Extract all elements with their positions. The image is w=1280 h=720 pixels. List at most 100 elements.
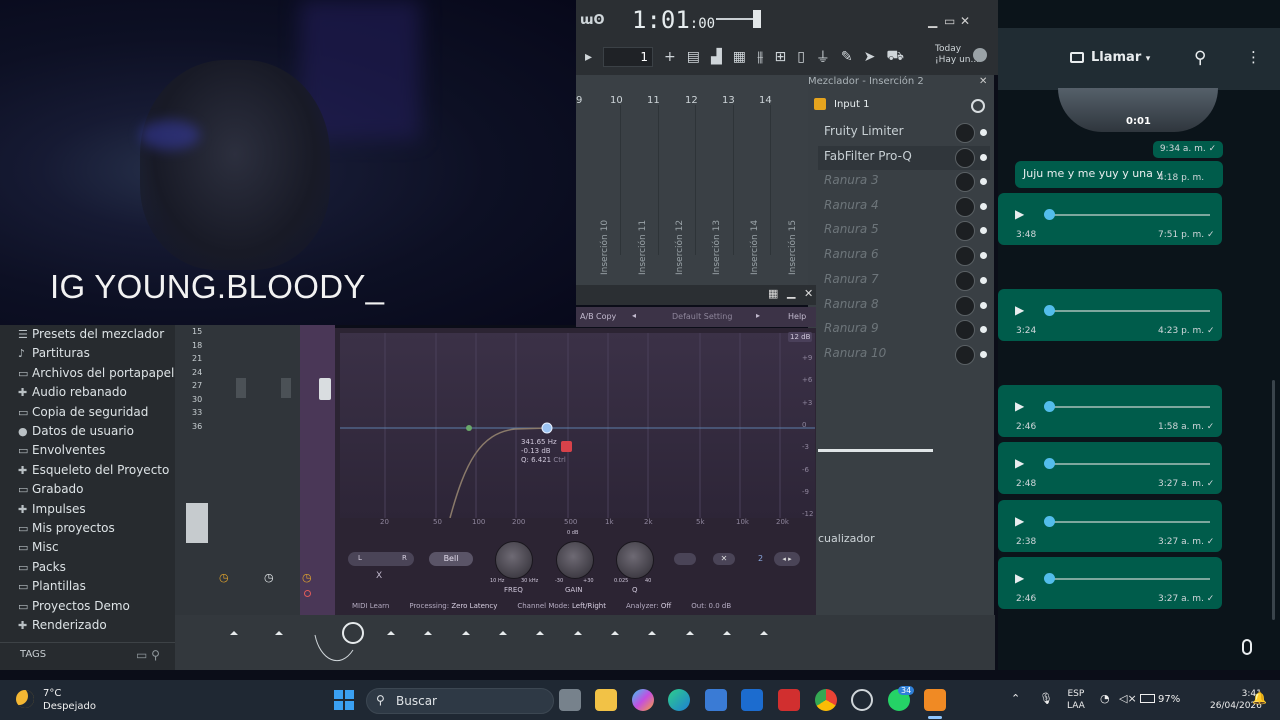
slot-mix-knob[interactable] bbox=[955, 296, 975, 316]
arrow-icon[interactable]: ➤ bbox=[864, 49, 876, 65]
audio-progress-track[interactable] bbox=[1047, 406, 1210, 408]
weather-temp[interactable]: 7°C bbox=[43, 688, 61, 699]
voice-message[interactable]: ▶ 3:24 4:23 p. m. ✓ bbox=[998, 289, 1222, 341]
insert-slot[interactable]: Ranura 7 bbox=[818, 269, 990, 293]
insert-input[interactable]: Input 1 bbox=[834, 99, 869, 110]
browser-item[interactable]: ▭ Plantillas bbox=[18, 579, 86, 593]
pattern-selector[interactable]: 1 bbox=[603, 47, 654, 67]
call-button[interactable]: Llamar ▾ bbox=[1091, 50, 1150, 65]
notification-bell-icon[interactable]: 🔔 bbox=[1252, 691, 1267, 705]
browser-item[interactable]: ▭ Archivos del portapapeles bbox=[18, 366, 188, 380]
file-explorer-icon[interactable] bbox=[595, 689, 617, 711]
midi-learn-button[interactable]: MIDI Learn bbox=[352, 602, 389, 610]
audio-progress-thumb[interactable] bbox=[1044, 209, 1055, 220]
cart-icon[interactable]: ⛟ bbox=[886, 48, 904, 66]
browser-item[interactable]: ✚ Esqueleto del Proyecto bbox=[18, 463, 169, 477]
play-icon[interactable]: ▶ bbox=[1015, 207, 1024, 221]
play-icon[interactable]: ▶ bbox=[1015, 399, 1024, 413]
audio-progress-thumb[interactable] bbox=[1044, 573, 1055, 584]
link-icon[interactable]: ◷ bbox=[302, 571, 312, 584]
slot-mix-knob[interactable] bbox=[955, 197, 975, 217]
browser-item[interactable]: ● Datos de usuario bbox=[18, 424, 134, 438]
wifi-icon[interactable]: ◔ bbox=[1100, 692, 1110, 705]
volume-muted-icon[interactable]: ◁× bbox=[1119, 692, 1137, 705]
routing-knob[interactable] bbox=[342, 622, 364, 644]
voice-message[interactable]: ▶ 2:38 3:27 a. m. ✓ bbox=[998, 500, 1222, 552]
browser-icon[interactable]: ▯ bbox=[797, 49, 805, 65]
audio-progress-track[interactable] bbox=[1047, 521, 1210, 523]
eq-band-node-1[interactable] bbox=[466, 425, 472, 431]
slot-mix-knob[interactable] bbox=[955, 123, 975, 143]
browser-item[interactable]: ▭ Proyectos Demo bbox=[18, 599, 130, 613]
folder-icon[interactable]: ▭ bbox=[136, 648, 147, 662]
shape-selector[interactable]: Bell bbox=[429, 552, 473, 566]
copy-button[interactable]: Copy bbox=[596, 312, 616, 321]
master-volume-handle[interactable] bbox=[753, 10, 761, 28]
browser-item[interactable]: ♪ Partituras bbox=[18, 346, 90, 360]
browser-item[interactable]: ▭ Misc bbox=[18, 540, 59, 554]
store-icon[interactable] bbox=[705, 689, 727, 711]
voice-message[interactable]: ▶ 2:46 1:58 a. m. ✓ bbox=[998, 385, 1222, 437]
insert-slot[interactable]: Ranura 4 bbox=[818, 195, 990, 219]
eq-display[interactable] bbox=[340, 333, 815, 518]
browser-item[interactable]: ✚ Audio rebanado bbox=[18, 385, 127, 399]
eq-band-node-2[interactable] bbox=[541, 422, 553, 434]
mixer-strip-label[interactable]: Inserción 11 bbox=[638, 220, 648, 275]
gain-knob[interactable] bbox=[556, 541, 594, 579]
play-icon[interactable]: ▶ bbox=[1015, 303, 1024, 317]
clock-icon[interactable] bbox=[971, 99, 985, 113]
link-icon[interactable]: ◷ bbox=[219, 571, 229, 584]
browser-item[interactable]: ▭ Envolventes bbox=[18, 443, 105, 457]
fader-handle[interactable] bbox=[281, 378, 291, 398]
playlist-icon[interactable]: ▤ bbox=[687, 49, 700, 65]
voice-message[interactable]: ▶ 2:48 3:27 a. m. ✓ bbox=[998, 442, 1222, 494]
link-icon[interactable]: ◷ bbox=[264, 571, 274, 584]
slot-mix-knob[interactable] bbox=[955, 172, 975, 192]
insert-slot[interactable]: Ranura 3 bbox=[818, 170, 990, 194]
slot-enable-dot[interactable] bbox=[980, 129, 987, 136]
band-enable-button[interactable] bbox=[674, 553, 696, 565]
freq-knob[interactable] bbox=[495, 541, 533, 579]
channel-mode-value[interactable]: Left/Right bbox=[572, 602, 606, 610]
slot-enable-dot[interactable] bbox=[980, 277, 987, 284]
video-camera-icon[interactable] bbox=[1070, 52, 1084, 63]
mixer-strip-label[interactable]: Inserción 14 bbox=[750, 220, 760, 275]
slot-enable-dot[interactable] bbox=[980, 203, 987, 210]
slot-enable-dot[interactable] bbox=[980, 154, 987, 161]
play-icon[interactable]: ▶ bbox=[1015, 571, 1024, 585]
slot-mix-knob[interactable] bbox=[955, 246, 975, 266]
fader-handle[interactable] bbox=[319, 378, 331, 400]
input-language[interactable]: ESP LAA bbox=[1067, 688, 1085, 712]
weather-desc[interactable]: Despejado bbox=[43, 701, 96, 712]
play-icon[interactable]: ▶ bbox=[1015, 514, 1024, 528]
red-app-icon[interactable] bbox=[778, 689, 800, 711]
fl-studio-icon[interactable] bbox=[924, 689, 946, 711]
settings-icon[interactable] bbox=[851, 689, 873, 711]
search-icon[interactable]: ⚲ bbox=[151, 648, 160, 662]
plugin-close-icon[interactable]: ✕ bbox=[804, 287, 813, 300]
q-knob[interactable] bbox=[616, 541, 654, 579]
copilot-icon[interactable] bbox=[632, 689, 654, 711]
text-message[interactable]: Juju me y me yuy y una y 4:18 p. m. bbox=[1015, 161, 1223, 188]
taskbar-search[interactable] bbox=[366, 688, 554, 714]
mixer-strip-label[interactable]: Inserción 12 bbox=[675, 220, 685, 275]
windows-start-icon[interactable] bbox=[334, 690, 354, 710]
insert-fader[interactable] bbox=[818, 449, 933, 452]
channel-rack-icon[interactable]: ⊞ bbox=[774, 49, 786, 65]
audio-progress-track[interactable] bbox=[1047, 214, 1210, 216]
globe-icon[interactable] bbox=[973, 48, 987, 62]
tray-chevron-icon[interactable]: ⌃ bbox=[1011, 692, 1020, 705]
slot-enable-dot[interactable] bbox=[980, 227, 987, 234]
voice-message[interactable]: ▶ 2:46 3:27 a. m. ✓ bbox=[998, 557, 1222, 609]
preset-name[interactable]: Default Setting bbox=[672, 312, 732, 321]
minimize-icon[interactable]: ▁ bbox=[928, 14, 937, 28]
range-badge[interactable]: 12 dB bbox=[788, 332, 813, 342]
audio-progress-thumb[interactable] bbox=[1044, 516, 1055, 527]
browser-item[interactable]: ▭ Packs bbox=[18, 560, 66, 574]
fader-handle[interactable] bbox=[236, 378, 246, 398]
band-nav[interactable]: ◂ ▸ bbox=[774, 552, 800, 566]
band-close-button[interactable]: ✕ bbox=[713, 553, 735, 565]
browser-item[interactable]: ✚ Renderizado bbox=[18, 618, 107, 632]
audio-progress-thumb[interactable] bbox=[1044, 305, 1055, 316]
browser-item[interactable]: ▭ Copia de seguridad bbox=[18, 405, 148, 419]
